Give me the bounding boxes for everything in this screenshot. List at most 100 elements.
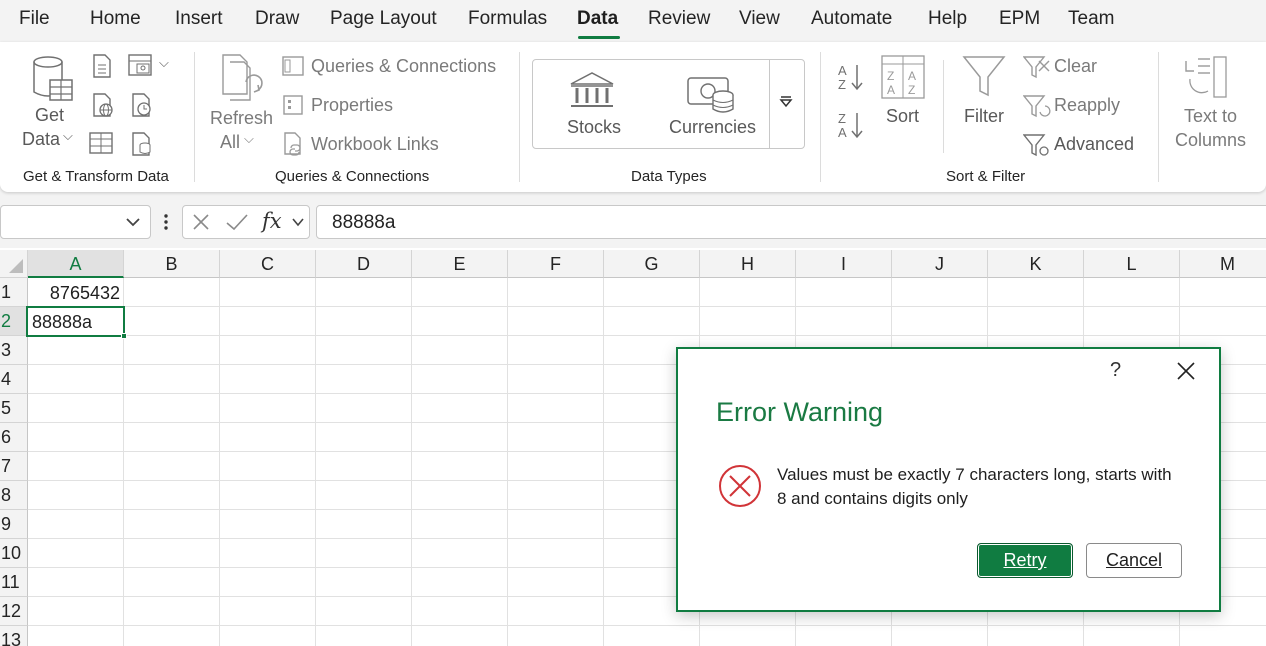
- currencies-icon[interactable]: [687, 74, 735, 114]
- cell[interactable]: [316, 481, 412, 510]
- existing-connections-icon[interactable]: [130, 132, 154, 156]
- cell[interactable]: [124, 481, 220, 510]
- workbook-links-icon[interactable]: [283, 132, 305, 156]
- help-icon[interactable]: ?: [1110, 359, 1121, 382]
- cell[interactable]: [508, 626, 604, 646]
- get-data-label-1[interactable]: Get: [35, 105, 64, 126]
- clear-filter-icon[interactable]: [1023, 55, 1051, 79]
- cancel-button[interactable]: Cancel: [1086, 543, 1182, 578]
- formula-input[interactable]: 88888a: [316, 205, 1266, 239]
- cell[interactable]: [412, 452, 508, 481]
- column-header-h[interactable]: H: [700, 250, 796, 278]
- cell[interactable]: [412, 568, 508, 597]
- gallery-expand-icon[interactable]: [779, 95, 793, 109]
- cell[interactable]: [1084, 278, 1180, 307]
- row-header-1[interactable]: 1: [0, 278, 28, 307]
- cell[interactable]: [28, 481, 124, 510]
- cell[interactable]: [124, 597, 220, 626]
- stocks-icon[interactable]: [569, 72, 615, 110]
- row-header-6[interactable]: 6: [0, 423, 28, 452]
- from-table-icon[interactable]: [89, 132, 113, 154]
- cell[interactable]: [220, 278, 316, 307]
- close-icon[interactable]: [1174, 359, 1198, 383]
- properties-icon[interactable]: [283, 95, 303, 115]
- advanced-filter-icon[interactable]: [1023, 133, 1051, 159]
- cell[interactable]: [796, 307, 892, 336]
- cell[interactable]: [220, 336, 316, 365]
- cell[interactable]: [508, 278, 604, 307]
- cell[interactable]: [316, 394, 412, 423]
- cell[interactable]: [220, 539, 316, 568]
- cell[interactable]: [220, 626, 316, 646]
- cell[interactable]: [1180, 626, 1266, 646]
- menu-data[interactable]: Data: [577, 8, 618, 30]
- cell[interactable]: [892, 307, 988, 336]
- filter-button[interactable]: Filter: [964, 106, 1004, 127]
- column-header-g[interactable]: G: [604, 250, 700, 278]
- column-header-m[interactable]: M: [1180, 250, 1266, 278]
- cell[interactable]: [28, 597, 124, 626]
- from-picture-icon[interactable]: [128, 54, 158, 78]
- cell[interactable]: [220, 510, 316, 539]
- cell[interactable]: [412, 626, 508, 646]
- cell[interactable]: [988, 307, 1084, 336]
- menu-home[interactable]: Home: [90, 8, 141, 30]
- column-header-d[interactable]: D: [316, 250, 412, 278]
- advanced-button[interactable]: Advanced: [1054, 134, 1134, 155]
- cell[interactable]: [604, 307, 700, 336]
- cell[interactable]: [412, 307, 508, 336]
- menu-page-layout[interactable]: Page Layout: [330, 8, 437, 30]
- cell[interactable]: [316, 626, 412, 646]
- cell[interactable]: [28, 336, 124, 365]
- column-header-i[interactable]: I: [796, 250, 892, 278]
- sort-icon[interactable]: ZAAZ: [881, 55, 925, 99]
- menu-insert[interactable]: Insert: [175, 8, 223, 30]
- cell[interactable]: [700, 626, 796, 646]
- row-header-9[interactable]: 9: [0, 510, 28, 539]
- cell[interactable]: [220, 394, 316, 423]
- cell[interactable]: [220, 568, 316, 597]
- row-header-5[interactable]: 5: [0, 394, 28, 423]
- cell[interactable]: [316, 510, 412, 539]
- cell[interactable]: [316, 365, 412, 394]
- cell[interactable]: [28, 626, 124, 646]
- column-header-c[interactable]: C: [220, 250, 316, 278]
- cell[interactable]: [28, 539, 124, 568]
- reapply-button[interactable]: Reapply: [1054, 95, 1120, 116]
- currencies-button[interactable]: Currencies: [669, 117, 756, 138]
- from-web-icon[interactable]: [91, 93, 115, 117]
- cell[interactable]: [412, 365, 508, 394]
- cell[interactable]: [1180, 278, 1266, 307]
- cell[interactable]: [508, 394, 604, 423]
- cell[interactable]: [1084, 626, 1180, 646]
- cell[interactable]: [220, 365, 316, 394]
- cell[interactable]: [124, 394, 220, 423]
- get-data-label-2[interactable]: Data: [22, 129, 60, 150]
- cell[interactable]: [316, 568, 412, 597]
- cell[interactable]: [508, 481, 604, 510]
- cell[interactable]: [412, 336, 508, 365]
- row-header-4[interactable]: 4: [0, 365, 28, 394]
- cell[interactable]: [316, 307, 412, 336]
- reapply-icon[interactable]: [1023, 94, 1051, 120]
- row-header-10[interactable]: 10: [0, 539, 28, 568]
- row-header-13[interactable]: 13: [0, 626, 28, 646]
- cell[interactable]: [316, 336, 412, 365]
- cell[interactable]: [124, 278, 220, 307]
- menu-view[interactable]: View: [739, 8, 780, 30]
- row-header-11[interactable]: 11: [0, 568, 28, 597]
- cell[interactable]: [316, 423, 412, 452]
- select-all-corner[interactable]: [0, 250, 28, 278]
- text-to-columns-label-1[interactable]: Text to: [1184, 106, 1237, 127]
- from-text-icon[interactable]: [91, 54, 113, 78]
- cell[interactable]: [508, 336, 604, 365]
- menu-formulas[interactable]: Formulas: [468, 8, 547, 30]
- cell[interactable]: [220, 423, 316, 452]
- enter-icon[interactable]: [225, 212, 249, 232]
- workbook-links-button[interactable]: Workbook Links: [311, 134, 439, 155]
- row-header-12[interactable]: 12: [0, 597, 28, 626]
- properties-button[interactable]: Properties: [311, 95, 393, 116]
- cell[interactable]: [124, 336, 220, 365]
- cell[interactable]: [28, 423, 124, 452]
- cell[interactable]: [316, 597, 412, 626]
